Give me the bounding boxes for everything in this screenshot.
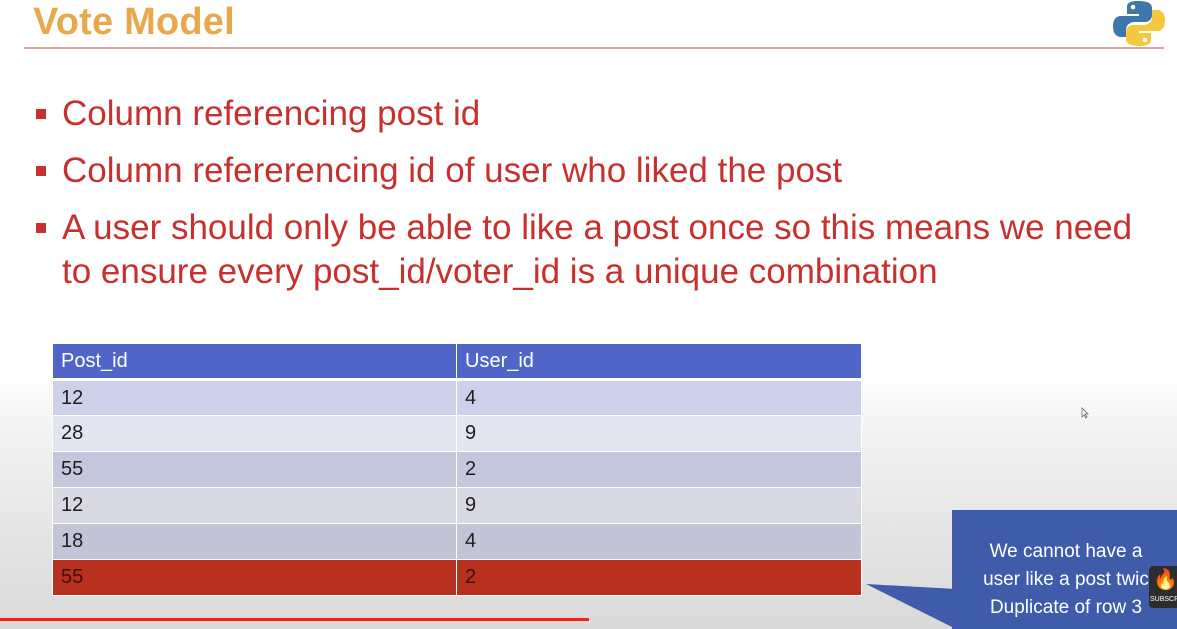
bullet-item: Column refererencing id of user who like… — [36, 149, 1166, 193]
channel-logo-icon: 🔥 — [1153, 569, 1177, 591]
table-row: 28 9 — [52, 415, 862, 452]
subscribe-label: SUBSCR — [1150, 596, 1177, 603]
table-row: 18 4 — [52, 523, 862, 560]
cell-user-id: 4 — [456, 523, 862, 560]
bullet-square-icon — [36, 109, 46, 119]
cell-user-id: 2 — [456, 559, 862, 596]
mouse-cursor-icon — [1081, 407, 1089, 419]
column-header-user-id: User_id — [456, 343, 862, 381]
cell-user-id: 4 — [456, 379, 862, 416]
table-row: 12 9 — [52, 487, 862, 524]
callout-line: Duplicate of row 3 — [989, 597, 1143, 618]
callout-text: We cannot have a user like a post twic D… — [955, 538, 1177, 622]
callout-line: We cannot have a — [989, 541, 1143, 562]
cell-user-id: 2 — [456, 451, 862, 488]
cell-user-id: 9 — [456, 487, 862, 524]
bullet-item: A user should only be able to like a pos… — [36, 206, 1166, 294]
cell-post-id: 55 — [52, 559, 457, 596]
table-header-row: Post_id User_id — [52, 343, 862, 381]
cell-post-id: 18 — [52, 523, 457, 560]
subscribe-button[interactable]: 🔥 SUBSCR — [1149, 566, 1177, 608]
votes-table: Post_id User_id 12 4 28 9 55 2 12 9 18 4… — [52, 343, 862, 596]
table-row: 55 2 — [52, 451, 862, 488]
bullet-item: Column referencing post id — [36, 92, 1166, 136]
title-divider — [24, 47, 1164, 49]
slide-title: Vote Model — [33, 1, 235, 43]
video-progress-bar[interactable] — [0, 618, 589, 621]
bullet-text: Column refererencing id of user who like… — [62, 151, 843, 190]
column-header-post-id: Post_id — [52, 343, 457, 381]
cell-post-id: 28 — [52, 415, 457, 452]
bullet-text: A user should only be able to like a pos… — [62, 208, 1133, 291]
cell-post-id: 12 — [52, 487, 457, 524]
cell-user-id: 9 — [456, 415, 862, 452]
callout-pointer — [866, 584, 956, 629]
bullet-text: Column referencing post id — [62, 94, 481, 133]
duplicate-table-row: 55 2 — [52, 559, 862, 596]
table-row: 12 4 — [52, 379, 862, 416]
cell-post-id: 12 — [52, 379, 457, 416]
bullet-list: Column referencing post id Column refere… — [36, 92, 1166, 307]
cell-post-id: 55 — [52, 451, 457, 488]
bullet-square-icon — [36, 166, 46, 176]
python-logo-icon — [1113, 1, 1165, 46]
callout-line: user like a post twic — [983, 569, 1149, 590]
bullet-square-icon — [36, 223, 46, 233]
